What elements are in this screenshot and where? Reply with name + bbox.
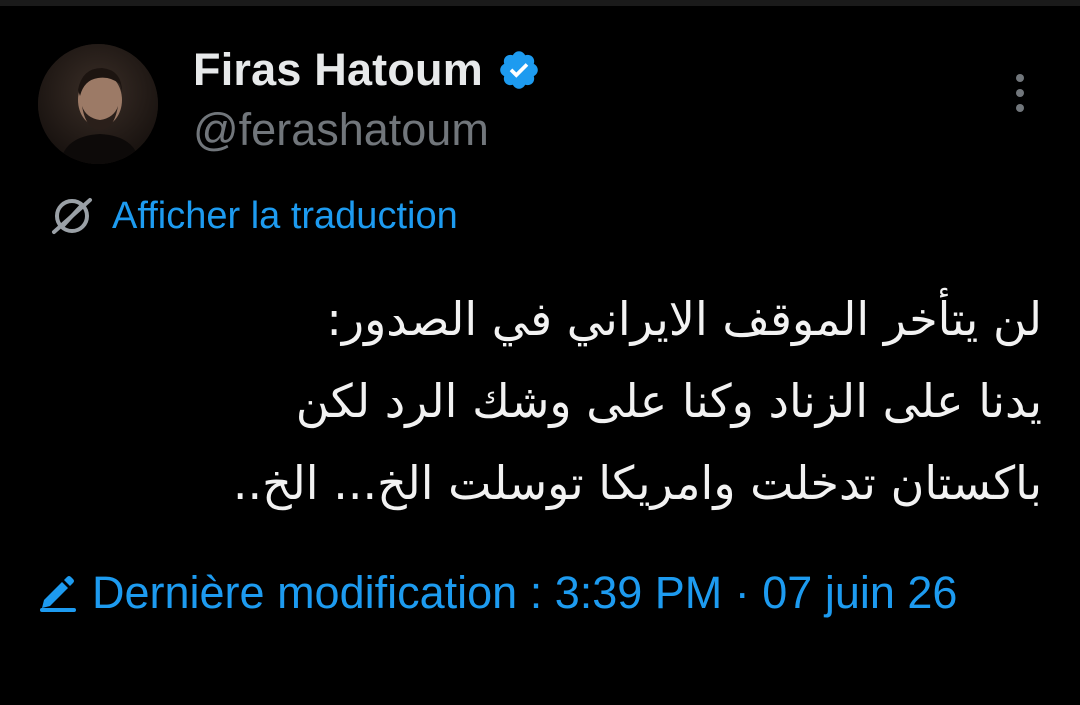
top-divider bbox=[0, 0, 1080, 6]
tweet-line: يدنا على الزناد وكنا على وشك الرد لكن bbox=[295, 374, 1042, 428]
author-display-name[interactable]: Firas Hatoum bbox=[193, 44, 483, 96]
show-translation-label[interactable]: Afficher la traduction bbox=[112, 195, 458, 238]
tweet-line: باكستان تدخلت وامريكا توسلت الخ... الخ.. bbox=[232, 456, 1042, 510]
tweet-line: لن يتأخر الموقف الايراني في الصدور: bbox=[326, 292, 1042, 346]
pencil-icon bbox=[40, 576, 76, 612]
author-name-row[interactable]: Firas Hatoum bbox=[193, 42, 541, 98]
tweet-text: لن يتأخر الموقف الايراني في الصدور: يدنا… bbox=[42, 278, 1042, 524]
last-edited-text[interactable]: Dernière modification : 3:39 PM · 07 jui… bbox=[92, 567, 957, 618]
more-vertical-icon[interactable] bbox=[1004, 70, 1036, 116]
last-edited-link[interactable]: Dernière modification : 3:39 PM · 07 jui… bbox=[36, 558, 996, 628]
avatar[interactable] bbox=[38, 44, 158, 164]
show-translation-link[interactable]: Afficher la traduction bbox=[48, 192, 458, 240]
verified-badge-icon bbox=[500, 51, 538, 89]
author-handle[interactable]: @ferashatoum bbox=[193, 104, 489, 156]
avatar-photo bbox=[38, 44, 158, 164]
globe-icon bbox=[52, 198, 92, 234]
